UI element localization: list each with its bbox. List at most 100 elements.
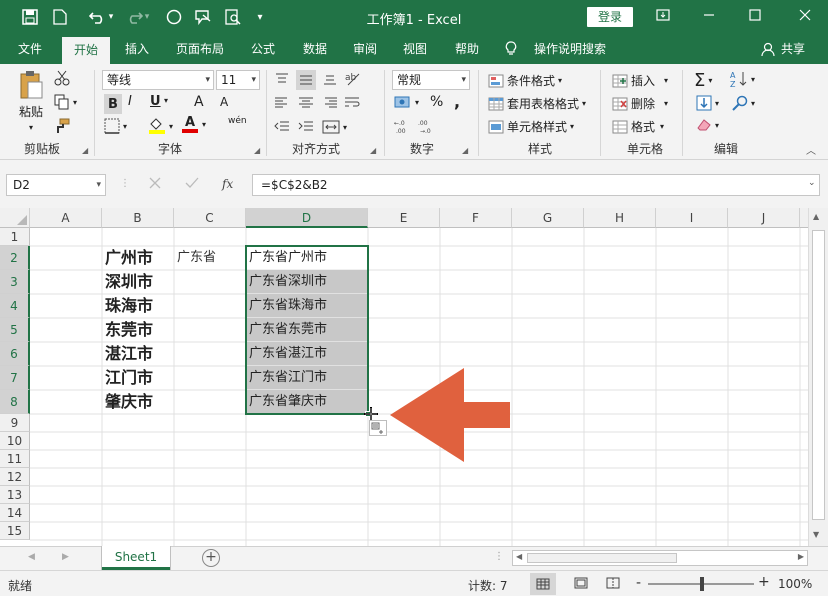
- format-cells-button[interactable]: 格式 ▾: [612, 118, 664, 135]
- alignment-launcher-icon[interactable]: ◢: [370, 146, 376, 155]
- cell-b8[interactable]: 肇庆市: [102, 390, 174, 414]
- align-top-icon[interactable]: [274, 72, 290, 86]
- merge-center-icon[interactable]: ▾: [322, 120, 347, 134]
- tab-insert[interactable]: 插入: [114, 34, 160, 64]
- clear-icon[interactable]: ▾: [696, 118, 719, 132]
- align-left-icon[interactable]: [274, 96, 290, 110]
- paste-button[interactable]: 粘贴 ▾: [14, 70, 48, 132]
- tab-data[interactable]: 数据: [292, 34, 338, 64]
- align-center-icon[interactable]: [298, 96, 314, 110]
- decrease-decimal-icon[interactable]: .00 →.0: [418, 118, 436, 134]
- fill-icon[interactable]: ▾: [696, 95, 719, 111]
- sheet-next-icon[interactable]: ▶: [62, 552, 69, 562]
- tab-formulas[interactable]: 公式: [240, 34, 286, 64]
- ribbon-display-options-icon[interactable]: [648, 5, 678, 29]
- row-header-2[interactable]: 2: [0, 246, 30, 270]
- font-launcher-icon[interactable]: ◢: [254, 146, 260, 155]
- zoom-in-button[interactable]: +: [758, 574, 770, 590]
- row-header-12[interactable]: 12: [0, 468, 30, 486]
- font-color-dropdown-icon[interactable]: ▾: [202, 120, 206, 129]
- row-header-3[interactable]: 3: [0, 270, 30, 294]
- row-header-7[interactable]: 7: [0, 366, 30, 390]
- row-header-10[interactable]: 10: [0, 432, 30, 450]
- column-header-g[interactable]: G: [512, 208, 584, 228]
- sheet-tab-sheet1[interactable]: Sheet1: [102, 546, 170, 570]
- find-select-icon[interactable]: ▾: [732, 95, 755, 111]
- normal-view-icon[interactable]: [530, 573, 556, 595]
- clipboard-launcher-icon[interactable]: ◢: [82, 146, 88, 155]
- customize-qat-icon[interactable]: ▾: [252, 7, 268, 27]
- insert-function-button[interactable]: fx: [222, 177, 233, 191]
- orientation-icon[interactable]: ab: [344, 70, 362, 88]
- tab-split-grip-icon[interactable]: ⋮: [494, 551, 504, 562]
- column-header-f[interactable]: F: [440, 208, 512, 228]
- zoom-out-button[interactable]: -: [636, 575, 641, 591]
- borders-icon[interactable]: ▾: [104, 118, 127, 134]
- scroll-left-icon[interactable]: ◀: [516, 552, 522, 561]
- cell-b4[interactable]: 珠海市: [102, 294, 174, 318]
- phonetic-icon[interactable]: wén: [228, 116, 247, 126]
- expand-formula-bar-icon[interactable]: ⌄: [808, 178, 816, 188]
- add-sheet-button[interactable]: +: [202, 549, 220, 567]
- page-break-view-icon[interactable]: [606, 577, 620, 592]
- minimize-icon[interactable]: [694, 5, 724, 29]
- conditional-formatting-button[interactable]: 条件格式 ▾: [488, 72, 562, 89]
- accounting-format-icon[interactable]: ▾: [394, 94, 419, 110]
- redo-icon[interactable]: ▾: [120, 7, 154, 27]
- increase-font-button[interactable]: A: [194, 94, 204, 110]
- column-header-j[interactable]: J: [728, 208, 800, 228]
- formula-input[interactable]: =$C$2&B2: [252, 174, 820, 196]
- tab-page-layout[interactable]: 页面布局: [168, 34, 232, 64]
- new-file-icon[interactable]: [50, 7, 70, 27]
- column-header-a[interactable]: A: [30, 208, 102, 228]
- vertical-scroll-thumb[interactable]: [812, 230, 825, 520]
- maximize-icon[interactable]: [740, 5, 770, 29]
- page-layout-view-icon[interactable]: [574, 577, 588, 592]
- collapse-ribbon-icon[interactable]: ︿: [806, 142, 816, 157]
- zoom-slider-thumb[interactable]: [700, 577, 704, 591]
- circle-shape-icon[interactable]: [164, 7, 184, 27]
- format-painter-icon[interactable]: [54, 118, 70, 134]
- underline-button[interactable]: U: [150, 94, 161, 109]
- cancel-entry-icon[interactable]: [148, 176, 162, 193]
- cell-b2[interactable]: 广州市: [102, 246, 174, 270]
- row-header-14[interactable]: 14: [0, 504, 30, 522]
- auto-fill-options-button[interactable]: [369, 420, 387, 436]
- decrease-font-button[interactable]: A: [220, 95, 228, 109]
- print-preview-icon[interactable]: [222, 7, 244, 27]
- row-header-5[interactable]: 5: [0, 318, 30, 342]
- column-header-i[interactable]: I: [656, 208, 728, 228]
- zoom-slider[interactable]: [648, 577, 754, 591]
- column-header-h[interactable]: H: [584, 208, 656, 228]
- row-header-4[interactable]: 4: [0, 294, 30, 318]
- fill-color-icon[interactable]: ▾: [148, 118, 173, 134]
- horizontal-scrollbar[interactable]: ◀ ▶: [512, 550, 808, 566]
- save-icon[interactable]: [20, 7, 40, 27]
- font-name-combo[interactable]: 等线 ▾: [102, 70, 214, 90]
- cell-b3[interactable]: 深圳市: [102, 270, 174, 294]
- copy-icon[interactable]: ▾: [54, 94, 77, 110]
- cell-styles-button[interactable]: 单元格样式 ▾: [488, 118, 574, 135]
- vertical-scrollbar-track[interactable]: ▲ ▼: [808, 208, 828, 546]
- font-size-combo[interactable]: 11 ▾: [216, 70, 260, 90]
- percent-button[interactable]: %: [430, 94, 443, 110]
- sheet-prev-icon[interactable]: ◀: [28, 552, 35, 562]
- undo-icon[interactable]: ▾: [84, 7, 118, 27]
- scroll-right-icon[interactable]: ▶: [798, 552, 804, 561]
- cell-b6[interactable]: 湛江市: [102, 342, 174, 366]
- tab-view[interactable]: 视图: [392, 34, 438, 64]
- confirm-entry-icon[interactable]: [184, 176, 200, 193]
- row-header-8[interactable]: 8: [0, 390, 30, 414]
- cell-b5[interactable]: 东莞市: [102, 318, 174, 342]
- row-header-9[interactable]: 9: [0, 414, 30, 432]
- delete-cells-button[interactable]: 删除 ▾: [612, 95, 668, 112]
- row-header-13[interactable]: 13: [0, 486, 30, 504]
- close-icon[interactable]: [790, 5, 820, 29]
- column-header-e[interactable]: E: [368, 208, 440, 228]
- zoom-level[interactable]: 100%: [778, 577, 812, 591]
- name-box[interactable]: D2 ▾: [6, 174, 106, 196]
- tell-me-search[interactable]: 操作说明搜索: [530, 34, 610, 64]
- italic-button[interactable]: I: [128, 94, 132, 109]
- align-bottom-icon[interactable]: [322, 72, 338, 86]
- font-color-icon[interactable]: A: [182, 116, 198, 133]
